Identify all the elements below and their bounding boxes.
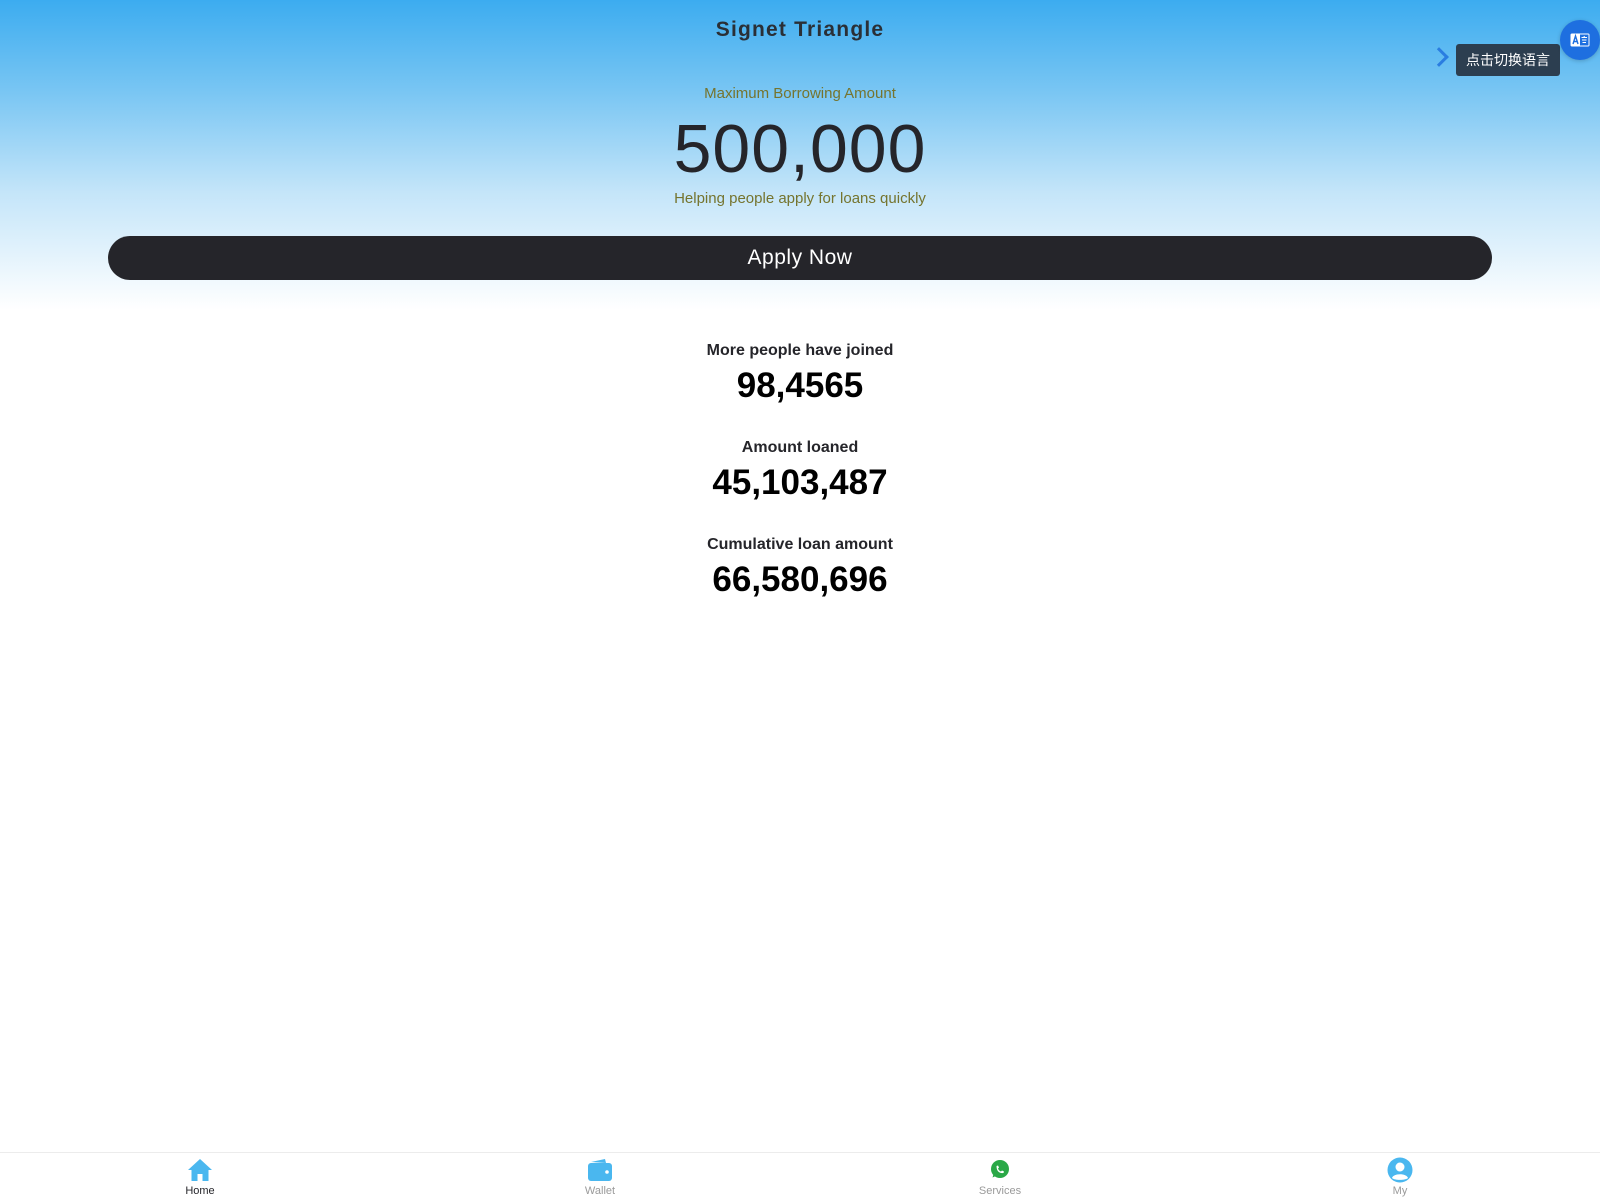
translate-icon[interactable] xyxy=(1560,20,1600,60)
tab-label: Wallet xyxy=(584,1185,616,1197)
tab-label: My xyxy=(1392,1185,1408,1197)
max-borrowing-label: Maximum Borrowing Amount xyxy=(704,85,896,102)
whatsapp-icon xyxy=(991,1160,1009,1178)
stat-label: Cumulative loan amount xyxy=(707,536,893,553)
language-switcher: 点击切换语言 xyxy=(1429,20,1600,80)
user-icon xyxy=(1387,1157,1413,1183)
stat-value: 66,580,696 xyxy=(712,560,888,599)
stats-section: More people have joined 98,4565 Amount l… xyxy=(0,342,1600,633)
bottom-tab-bar: Home Wallet Services My xyxy=(0,1152,1600,1200)
wallet-icon xyxy=(588,1159,612,1181)
stat-label: More people have joined xyxy=(706,342,894,359)
stat-label: Amount loaned xyxy=(741,439,859,456)
tab-wallet[interactable]: Wallet xyxy=(400,1153,800,1200)
tab-services[interactable]: Services xyxy=(800,1153,1200,1200)
home-icon xyxy=(188,1159,212,1181)
apply-now-button[interactable]: Apply Now xyxy=(108,236,1492,280)
tab-my[interactable]: My xyxy=(1200,1153,1600,1200)
stat-value: 45,103,487 xyxy=(712,463,888,502)
tab-home[interactable]: Home xyxy=(0,1153,400,1200)
stat-joined: More people have joined 98,4565 xyxy=(0,342,1600,439)
stat-value: 98,4565 xyxy=(736,366,864,405)
max-borrowing-amount: 500,000 xyxy=(673,111,927,187)
app-title: Signet Triangle xyxy=(715,18,885,41)
stat-amount-loaned: Amount loaned 45,103,487 xyxy=(0,439,1600,536)
language-tooltip: 点击切换语言 xyxy=(1456,44,1560,76)
tab-label: Home xyxy=(185,1185,215,1197)
tagline: Helping people apply for loans quickly xyxy=(674,190,926,207)
tab-label: Services xyxy=(978,1185,1022,1197)
stat-cumulative-loan: Cumulative loan amount 66,580,696 xyxy=(0,536,1600,633)
